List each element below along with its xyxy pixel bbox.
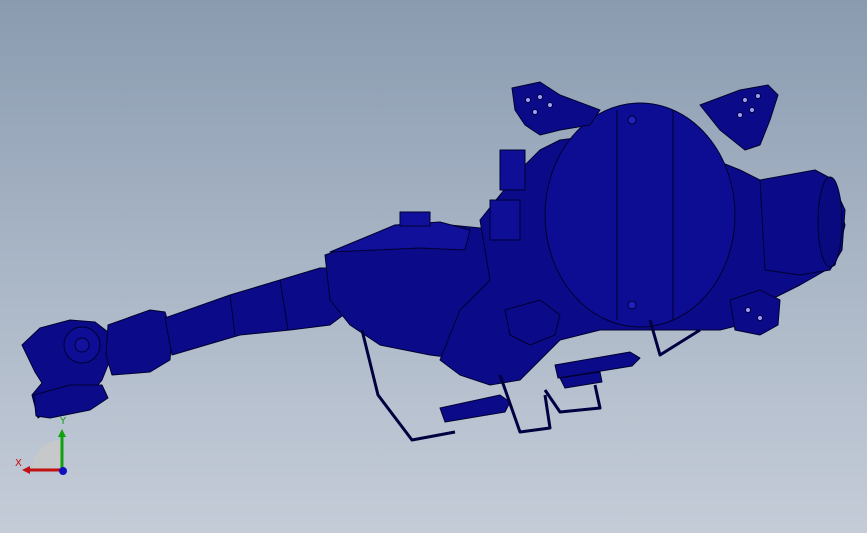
detail-block-2 <box>489 199 521 241</box>
detail-block-1 <box>399 211 431 227</box>
detail-block-3 <box>499 149 526 191</box>
y-axis-label: Y <box>60 416 67 427</box>
coordinate-triad: X Y <box>12 416 74 485</box>
x-axis-label: X <box>15 458 22 469</box>
graphics-viewport[interactable]: X Y <box>0 0 867 533</box>
coupling <box>105 309 173 376</box>
cad-model-drive-shaft-assembly[interactable] <box>0 0 867 533</box>
lower-rod-1 <box>439 394 511 423</box>
shaft <box>164 267 351 356</box>
z-axis-dot <box>59 467 67 475</box>
model-geometry <box>21 81 846 442</box>
support-frame-right <box>543 384 602 414</box>
triad-graphic <box>22 429 67 475</box>
turntable-disc <box>544 102 736 328</box>
